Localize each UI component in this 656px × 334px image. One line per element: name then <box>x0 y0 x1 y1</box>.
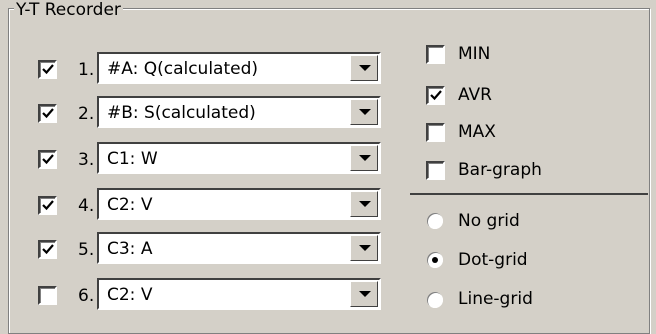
channel-1-value: #A: Q(calculated) <box>107 59 259 79</box>
line-grid-label: Line-grid <box>458 289 533 309</box>
channel-2-value: #B: S(calculated) <box>107 103 256 123</box>
channel-1-select[interactable]: #A: Q(calculated) <box>97 52 381 84</box>
channel-6-index: 6. <box>78 286 95 306</box>
channel-5-value: C3: A <box>107 239 153 259</box>
no-grid-radio[interactable] <box>427 213 443 229</box>
checkmark-icon <box>42 244 54 255</box>
channel-6-value: C2: V <box>107 285 153 305</box>
chevron-down-icon <box>359 201 371 207</box>
min-label: MIN <box>458 44 491 64</box>
channel-6-dropdown-button[interactable] <box>350 281 378 307</box>
radio-dot-icon <box>432 257 438 263</box>
channel-1-index: 1. <box>78 60 95 80</box>
channel-3-value: C1: W <box>107 149 158 169</box>
channel-3-index: 3. <box>78 150 95 170</box>
checkmark-icon <box>430 90 442 101</box>
chevron-down-icon <box>359 291 371 297</box>
channel-4-checkbox[interactable] <box>38 196 57 215</box>
separator <box>410 193 648 195</box>
channel-1-checkbox[interactable] <box>38 60 57 79</box>
channel-5-dropdown-button[interactable] <box>350 235 378 261</box>
channel-6-select[interactable]: C2: V <box>97 278 381 310</box>
channel-1-dropdown-button[interactable] <box>350 55 378 81</box>
min-checkbox[interactable] <box>426 45 445 64</box>
no-grid-label: No grid <box>458 211 520 231</box>
channel-4-select[interactable]: C2: V <box>97 188 381 220</box>
channel-6-checkbox[interactable] <box>38 286 57 305</box>
checkmark-icon <box>42 108 54 119</box>
max-label: MAX <box>458 122 496 142</box>
chevron-down-icon <box>359 109 371 115</box>
bar-graph-checkbox[interactable] <box>426 161 445 180</box>
channel-2-select[interactable]: #B: S(calculated) <box>97 96 381 128</box>
chevron-down-icon <box>359 65 371 71</box>
channel-4-value: C2: V <box>107 195 153 215</box>
channel-5-checkbox[interactable] <box>38 240 57 259</box>
checkmark-icon <box>42 154 54 165</box>
channel-5-select[interactable]: C3: A <box>97 232 381 264</box>
channel-2-dropdown-button[interactable] <box>350 99 378 125</box>
chevron-down-icon <box>359 245 371 251</box>
channel-2-index: 2. <box>78 104 95 124</box>
dot-grid-label: Dot-grid <box>458 250 528 270</box>
group-title: Y-T Recorder <box>14 0 123 20</box>
channel-4-index: 4. <box>78 196 95 216</box>
checkmark-icon <box>42 200 54 211</box>
dot-grid-radio[interactable] <box>427 252 443 268</box>
channel-5-index: 5. <box>78 240 95 260</box>
avr-label: AVR <box>458 85 492 105</box>
checkmark-icon <box>42 64 54 75</box>
max-checkbox[interactable] <box>426 123 445 142</box>
channel-4-dropdown-button[interactable] <box>350 191 378 217</box>
channel-3-checkbox[interactable] <box>38 150 57 169</box>
line-grid-radio[interactable] <box>427 292 443 308</box>
channel-3-select[interactable]: C1: W <box>97 142 381 174</box>
channel-3-dropdown-button[interactable] <box>350 145 378 171</box>
chevron-down-icon <box>359 155 371 161</box>
bar-graph-label: Bar-graph <box>458 160 542 180</box>
avr-checkbox[interactable] <box>426 86 445 105</box>
channel-2-checkbox[interactable] <box>38 104 57 123</box>
